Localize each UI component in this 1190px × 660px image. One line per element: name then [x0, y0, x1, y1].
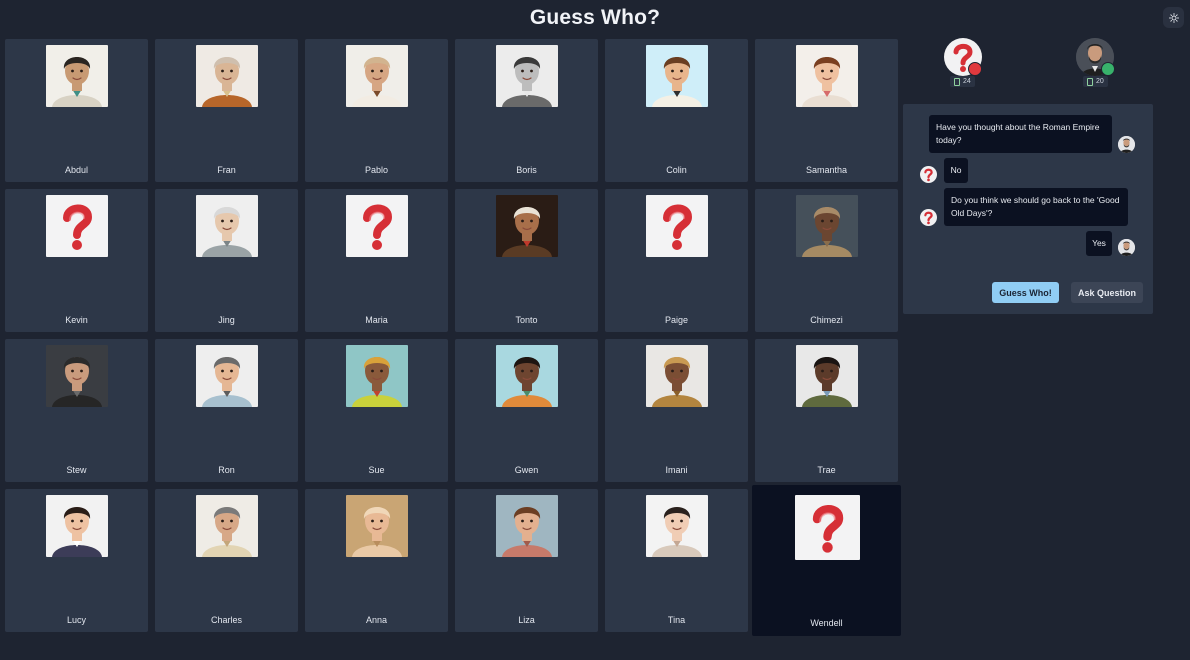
character-card[interactable]: Wendell [752, 485, 901, 636]
character-card[interactable]: Boris [455, 39, 598, 182]
character-portrait [46, 495, 108, 557]
question-mark-icon [46, 195, 108, 257]
character-card[interactable]: Liza [455, 489, 598, 632]
character-card[interactable]: Stew [5, 339, 148, 482]
character-name: Jing [218, 315, 235, 325]
character-portrait [196, 45, 258, 107]
player-avatar-small [920, 166, 937, 183]
character-name: Lucy [66, 615, 86, 625]
character-portrait [346, 495, 408, 557]
opponent-avatar-small [1118, 239, 1135, 256]
character-portrait [496, 45, 558, 107]
character-portrait [346, 345, 408, 407]
chat-message: Have you thought about the Roman Empire … [929, 115, 1112, 153]
character-name: Paige [664, 315, 689, 325]
character-card[interactable]: Anna [305, 489, 448, 632]
character-name: Sue [368, 465, 385, 475]
theme-toggle-button[interactable] [1163, 7, 1184, 28]
character-card[interactable]: Abdul [5, 39, 148, 182]
character-portrait [196, 195, 258, 257]
character-name: Tonto [515, 315, 538, 325]
character-name: Liza [518, 615, 535, 625]
character-name: Abdul [64, 165, 89, 175]
card-icon [1087, 77, 1093, 86]
character-name: Tina [667, 615, 686, 625]
player-card-count-value: 24 [963, 78, 971, 85]
character-card[interactable]: Chimezi [755, 189, 898, 332]
character-name: Stew [66, 465, 87, 475]
page-title: Guess Who? [529, 6, 661, 29]
character-card[interactable]: Colin [605, 39, 748, 182]
character-card[interactable]: Kevin [5, 189, 148, 332]
character-name: Boris [516, 165, 537, 175]
character-name: Trae [817, 465, 836, 475]
character-name: Imani [665, 465, 688, 475]
character-board: Abdul Fran Pablo Boris Colin Samantha Kevin Jin… [5, 39, 901, 636]
character-portrait [46, 45, 108, 107]
character-portrait [346, 45, 408, 107]
character-card[interactable]: Maria [305, 189, 448, 332]
character-name: Samantha [805, 165, 848, 175]
chat-message: No [944, 158, 968, 183]
character-portrait [496, 495, 558, 557]
character-name: Ron [218, 465, 235, 475]
character-name: Charles [210, 615, 242, 625]
man-portrait-icon [1118, 239, 1135, 256]
character-portrait [796, 45, 858, 107]
player-card-count: 24 [950, 76, 975, 87]
opponent-card-count: 20 [1083, 76, 1108, 87]
character-portrait [646, 495, 708, 557]
sun-icon [1168, 12, 1179, 23]
character-card[interactable]: Samantha [755, 39, 898, 182]
character-card[interactable]: Tina [605, 489, 748, 632]
card-icon [954, 77, 960, 86]
character-name: Maria [365, 315, 388, 325]
character-card[interactable]: Pablo [305, 39, 448, 182]
character-portrait [496, 345, 558, 407]
question-mark-icon [346, 195, 408, 257]
character-name: Colin [666, 165, 687, 175]
character-card[interactable]: Sue [305, 339, 448, 482]
character-portrait [196, 495, 258, 557]
question-mark-icon [795, 495, 860, 560]
character-name: Wendell [810, 618, 843, 628]
character-card[interactable]: Trae [755, 339, 898, 482]
opponent-card-count-value: 20 [1096, 78, 1104, 85]
chat-message: Yes [1086, 231, 1112, 256]
character-card[interactable]: Imani [605, 339, 748, 482]
character-name: Gwen [514, 465, 539, 475]
character-card[interactable]: Lucy [5, 489, 148, 632]
character-portrait [46, 345, 108, 407]
character-portrait [496, 195, 558, 257]
character-name: Chimezi [810, 315, 843, 325]
character-name: Pablo [364, 165, 389, 175]
question-mark-icon [924, 168, 933, 182]
character-name: Anna [365, 615, 388, 625]
opponent-avatar-small [1118, 136, 1135, 153]
character-name: Fran [217, 165, 236, 175]
guess-who-button[interactable]: Guess Who! [992, 282, 1059, 303]
player-avatar-small [920, 209, 937, 226]
character-card[interactable]: Paige [605, 189, 748, 332]
character-card[interactable]: Fran [155, 39, 298, 182]
character-card[interactable]: Ron [155, 339, 298, 482]
character-portrait [196, 345, 258, 407]
ask-question-button[interactable]: Ask Question [1071, 282, 1143, 303]
character-card[interactable]: Tonto [455, 189, 598, 332]
character-card[interactable]: Charles [155, 489, 298, 632]
character-portrait [646, 345, 708, 407]
player-status-indicator [968, 62, 982, 76]
question-mark-icon [646, 195, 708, 257]
character-card[interactable]: Gwen [455, 339, 598, 482]
chat-message: Do you think we should go back to the 'G… [944, 188, 1128, 226]
character-portrait [646, 45, 708, 107]
character-name: Kevin [65, 315, 88, 325]
character-card[interactable]: Jing [155, 189, 298, 332]
opponent-status-indicator [1101, 62, 1115, 76]
character-portrait [796, 345, 858, 407]
question-mark-icon [924, 211, 933, 225]
man-portrait-icon [1118, 136, 1135, 153]
character-portrait [796, 195, 858, 257]
